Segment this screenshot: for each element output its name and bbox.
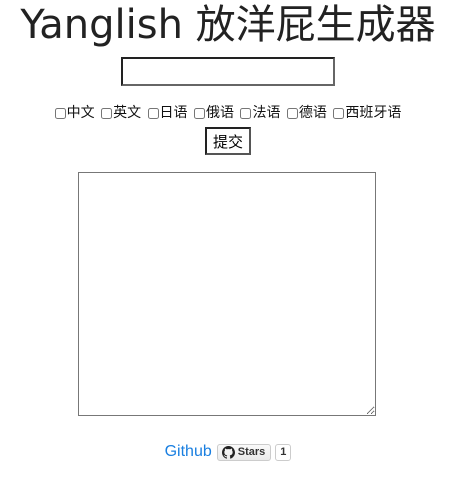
lang-option-spanish[interactable]: 西班牙语 (333, 104, 401, 122)
checkbox[interactable] (54, 107, 66, 119)
lang-option-russian[interactable]: 俄语 (194, 104, 234, 122)
github-icon (221, 445, 235, 459)
lang-option-german[interactable]: 德语 (286, 104, 327, 122)
github-link[interactable]: Github (165, 443, 212, 461)
lang-label: 英文 (113, 105, 142, 121)
language-options: 中文 英文 日语 俄语 法语 德语 西班牙语 (0, 104, 456, 124)
footer: Github Stars 1 (0, 443, 456, 461)
lang-option-chinese[interactable]: 中文 (54, 104, 95, 122)
github-stars-button[interactable]: Stars (216, 443, 272, 461)
checkbox[interactable] (101, 107, 113, 119)
stars-label: Stars (237, 446, 266, 458)
lang-option-japanese[interactable]: 日语 (147, 104, 188, 122)
lang-option-french[interactable]: 法语 (240, 104, 280, 122)
checkbox[interactable] (286, 107, 298, 119)
lang-label: 日语 (159, 105, 188, 121)
checkbox[interactable] (147, 107, 159, 119)
stars-count[interactable]: 1 (275, 443, 292, 461)
checkbox[interactable] (240, 107, 252, 119)
lang-label: 德语 (298, 105, 327, 121)
lang-label: 中文 (66, 105, 95, 121)
submit-button[interactable]: 提交 (205, 127, 251, 155)
lang-label: 法语 (252, 105, 281, 121)
page-title: Yanglish 放洋屁生成器 (20, 2, 436, 48)
lang-label: 俄语 (206, 105, 234, 121)
checkbox[interactable] (333, 107, 345, 119)
lang-label: 西班牙语 (345, 105, 402, 121)
text-input[interactable] (121, 57, 335, 86)
lang-option-english[interactable]: 英文 (101, 104, 141, 122)
checkbox[interactable] (194, 107, 205, 119)
output-textarea[interactable] (78, 172, 376, 416)
